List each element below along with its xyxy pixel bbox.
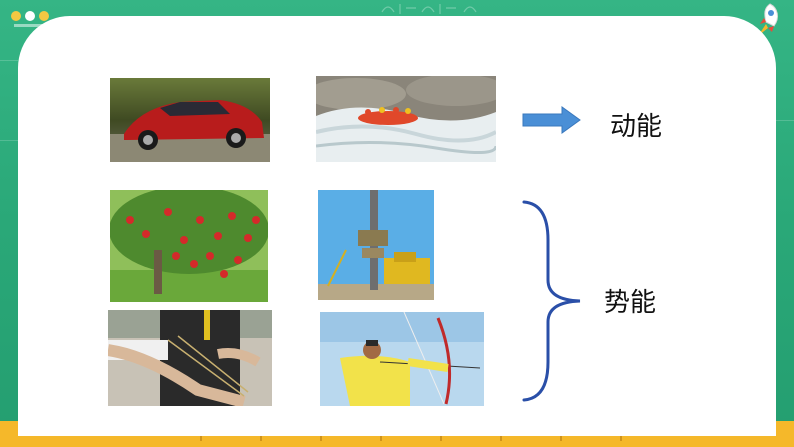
right-arrow-icon	[522, 106, 581, 134]
pile-driver-photo	[318, 190, 434, 300]
chalk-line	[0, 140, 18, 141]
apple-tree-photo	[110, 190, 268, 302]
chalk-line	[0, 60, 18, 61]
right-brace-icon	[522, 200, 581, 402]
red-car-photo	[110, 78, 270, 162]
river-rafting-photo	[316, 76, 496, 162]
kinetic-energy-label: 动能	[610, 112, 663, 142]
archer-photo	[320, 312, 484, 406]
slingshot-photo	[108, 310, 272, 406]
chalk-line	[776, 120, 794, 121]
potential-energy-label: 势能	[604, 288, 657, 318]
